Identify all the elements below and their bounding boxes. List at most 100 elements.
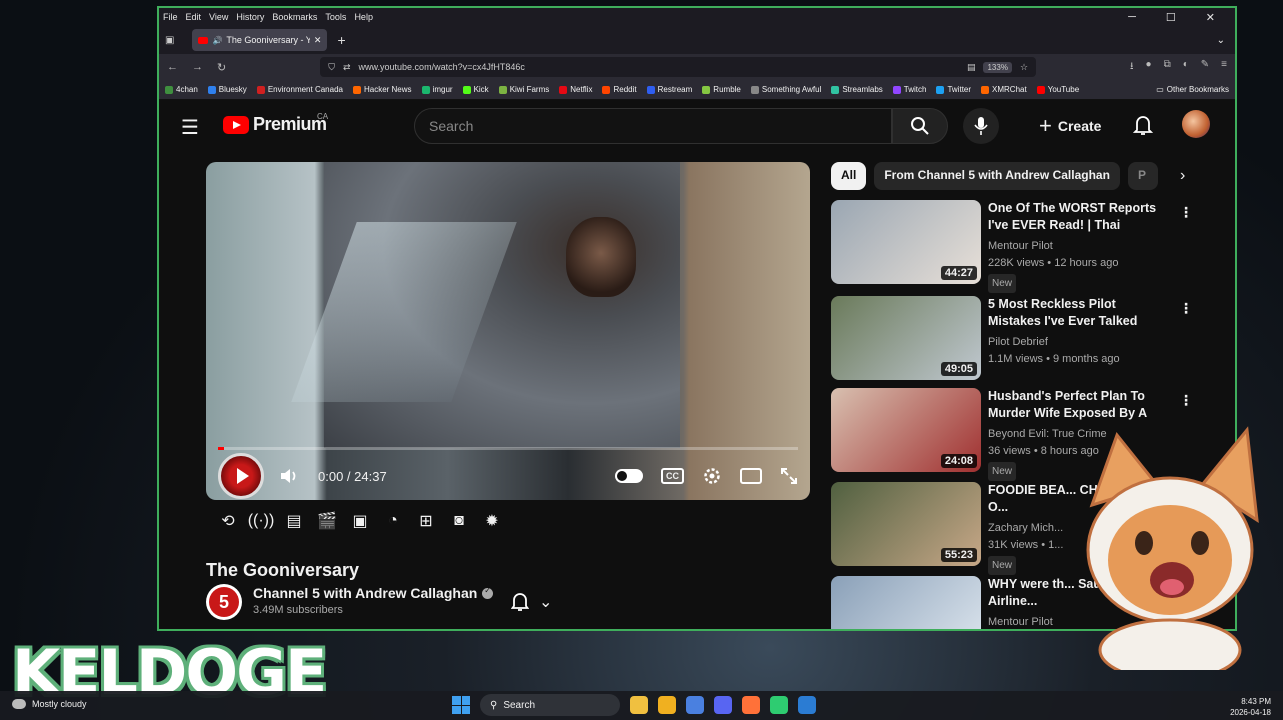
taskbar-app-icon[interactable] <box>686 696 704 714</box>
bookmark-item[interactable]: Rumble <box>702 85 741 94</box>
bookmark-star-icon[interactable]: ☆ <box>1020 62 1028 73</box>
taskbar-app-icon[interactable] <box>658 696 676 714</box>
speed-icon[interactable]: ◔ <box>382 512 404 530</box>
tab-youtube[interactable]: 🔊 The Gooniversary - YouTub ✕ <box>192 29 328 51</box>
taskbar-app-icon[interactable] <box>714 696 732 714</box>
subscription-notify-button[interactable]: ⌄ <box>511 592 552 612</box>
volume-icon[interactable] <box>278 465 300 487</box>
maximize-button[interactable]: ☐ <box>1166 11 1176 24</box>
recommendation-channel[interactable]: Mentour Pilot <box>988 238 1158 255</box>
more-actions-icon[interactable]: ⋮ <box>1179 300 1193 317</box>
minimize-button[interactable]: ─ <box>1128 11 1136 24</box>
bookmark-item[interactable]: 4chan <box>165 85 198 94</box>
taskbar-app-icon[interactable] <box>798 696 816 714</box>
youtube-logo[interactable]: Premium CA <box>223 112 328 135</box>
create-button[interactable]: + Create <box>1039 108 1101 144</box>
url-text[interactable]: www.youtube.com/watch?v=cx4JfHT846c <box>359 62 959 72</box>
menu-view[interactable]: View <box>209 12 228 22</box>
reload-icon[interactable]: ↻ <box>217 61 226 74</box>
fullscreen-icon[interactable] <box>780 467 798 485</box>
shield-icon[interactable]: ⛉ <box>328 62 335 73</box>
system-clock[interactable]: 8:43 PM 2026-04-18 <box>1230 696 1271 718</box>
menu-file[interactable]: File <box>163 12 178 22</box>
reader-view-icon[interactable]: ▤ <box>967 62 976 73</box>
loop-icon[interactable]: ⟲ <box>217 512 239 530</box>
menu-history[interactable]: History <box>236 12 264 22</box>
notifications-bell-icon[interactable] <box>1133 114 1153 136</box>
weather-widget[interactable]: Mostly cloudy <box>12 699 87 709</box>
chip-all[interactable]: All <box>831 162 867 190</box>
recommendation-item[interactable]: 49:05 5 Most Reckless Pilot Mistakes I've… <box>831 296 1193 384</box>
search-input[interactable]: Search <box>414 108 892 144</box>
menu-help[interactable]: Help <box>354 12 373 22</box>
bookmark-item[interactable]: Streamlabs <box>831 85 883 94</box>
bookmark-item[interactable]: YouTube <box>1036 85 1079 94</box>
guide-menu-icon[interactable]: ☰ <box>181 115 199 140</box>
recommendation-thumbnail[interactable]: 55:23 <box>831 482 981 566</box>
other-bookmarks[interactable]: ▭ Other Bookmarks <box>1156 85 1229 94</box>
screenshot-camera-icon[interactable]: ◙ <box>448 512 470 530</box>
menu-edit[interactable]: Edit <box>186 12 202 22</box>
recommendation-title[interactable]: Husband's Perfect Plan To Murder Wife Ex… <box>988 388 1158 422</box>
taskbar-app-icon[interactable] <box>630 696 648 714</box>
bookmark-item[interactable]: Reddit <box>602 85 637 94</box>
bookmark-item[interactable]: Something Awful <box>750 85 821 94</box>
mini-player-icon[interactable]: ▣ <box>349 512 371 530</box>
extensions-puzzle-icon[interactable]: ⧉ <box>1164 59 1171 76</box>
playlist-view-icon[interactable]: ▤ <box>283 512 305 530</box>
clapperboard-icon[interactable]: 🎬 <box>316 512 338 530</box>
recommendation-title[interactable]: One Of The WORST Reports I've EVER Read!… <box>988 200 1158 234</box>
add-to-queue-icon[interactable]: ⊞ <box>415 512 437 530</box>
channel-name[interactable]: Channel 5 with Andrew Callaghan <box>253 585 494 601</box>
menu-tools[interactable]: Tools <box>325 12 346 22</box>
progress-bar[interactable] <box>218 447 798 450</box>
chip-from-channel[interactable]: From Channel 5 with Andrew Callaghan <box>874 162 1120 190</box>
recommendation-thumbnail[interactable]: 44:27 <box>831 200 981 284</box>
recommendation-title[interactable]: 5 Most Reckless Pilot Mistakes I've Ever… <box>988 296 1158 330</box>
voice-search-button[interactable] <box>963 108 999 144</box>
settings-gear-icon[interactable] <box>702 466 722 486</box>
tab-overview-icon[interactable]: ▣ <box>165 35 174 46</box>
audio-icon[interactable]: 🔊 <box>212 36 222 45</box>
download-icon[interactable]: ⭳ <box>1130 59 1134 76</box>
windows-start-icon[interactable] <box>452 696 470 714</box>
close-window-button[interactable]: ✕ <box>1206 11 1215 24</box>
recommendation-thumbnail[interactable] <box>831 576 981 629</box>
zoom-level[interactable]: 133% <box>983 61 1012 73</box>
broadcast-icon[interactable]: ((·)) <box>248 512 275 530</box>
theater-mode-icon[interactable] <box>740 468 762 484</box>
chevron-right-icon[interactable]: › <box>1180 167 1185 185</box>
bookmark-item[interactable]: Environment Canada <box>256 85 343 94</box>
menu-bookmarks[interactable]: Bookmarks <box>272 12 317 22</box>
list-tabs-chevron-icon[interactable]: ⌄ <box>1217 35 1225 46</box>
bookmark-item[interactable]: Twitch <box>892 85 926 94</box>
account-icon[interactable]: ◐ <box>1183 59 1189 76</box>
autoplay-toggle[interactable] <box>615 469 643 483</box>
captions-icon[interactable]: CC <box>661 468 684 484</box>
new-tab-button[interactable]: + <box>337 32 345 48</box>
bookmark-item[interactable]: imgur <box>421 85 453 94</box>
video-player[interactable]: 0:00 / 24:37 CC <box>206 162 810 500</box>
chip-partial[interactable]: P <box>1127 162 1158 190</box>
recommendation-channel[interactable]: Pilot Debrief <box>988 334 1158 351</box>
channel-avatar[interactable]: 5 <box>206 584 242 620</box>
bookmark-item[interactable]: Kiwi Farms <box>498 85 549 94</box>
bookmark-item[interactable]: Netflix <box>559 85 592 94</box>
bookmark-item[interactable]: Hacker News <box>352 85 412 94</box>
recommendation-thumbnail[interactable]: 24:08 <box>831 388 981 472</box>
forward-icon[interactable]: → <box>192 61 203 73</box>
bookmark-item[interactable]: Restream <box>646 85 692 94</box>
more-actions-icon[interactable]: ⋮ <box>1179 392 1193 409</box>
bookmark-item[interactable]: XMRChat <box>981 85 1027 94</box>
taskbar-search[interactable]: ⚲ Search <box>480 694 620 716</box>
account-avatar[interactable] <box>1182 110 1210 138</box>
taskbar-app-icon[interactable] <box>742 696 760 714</box>
app-menu-icon[interactable]: ≡ <box>1221 59 1227 76</box>
extension-settings-icon[interactable]: ✹ <box>481 512 503 530</box>
more-actions-icon[interactable]: ⋮ <box>1179 204 1193 221</box>
close-tab-icon[interactable]: ✕ <box>314 35 322 46</box>
bookmark-item[interactable]: Twitter <box>936 85 971 94</box>
search-button[interactable] <box>892 108 948 144</box>
bookmark-item[interactable]: Kick <box>462 85 489 94</box>
taskbar-app-icon[interactable] <box>770 696 788 714</box>
